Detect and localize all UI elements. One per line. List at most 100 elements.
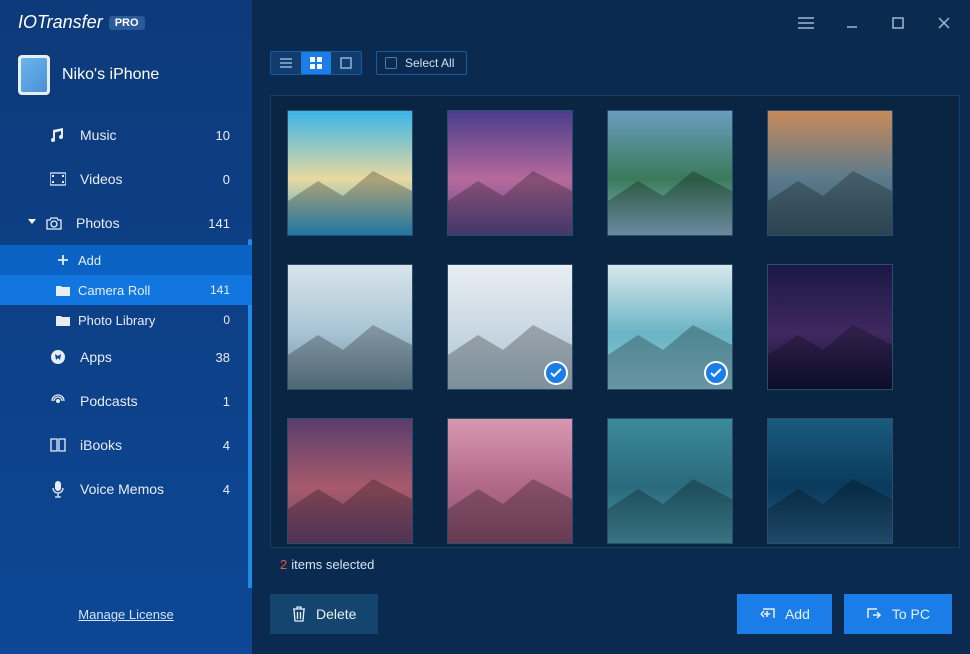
nav-sub-label: Camera Roll [78,283,150,298]
video-icon [50,171,66,187]
photo-thumb[interactable] [607,418,733,544]
menu-icon[interactable] [790,7,822,39]
nav-label: Music [80,127,117,143]
view-large-icon[interactable] [331,52,361,74]
delete-button[interactable]: Delete [270,594,378,634]
nav-podcasts[interactable]: Podcasts 1 [0,379,252,423]
mic-icon [50,481,66,497]
add-button[interactable]: Add [737,594,832,634]
status-bar: 2 items selected [252,548,970,580]
photo-thumb[interactable] [287,418,413,544]
photo-grid [281,110,949,544]
photo-image [288,265,412,389]
photo-image [288,111,412,235]
nav-count: 4 [223,482,230,497]
photo-thumb[interactable] [287,264,413,390]
app-name: IOTransfer [18,12,103,33]
nav-apps[interactable]: Apps 38 [0,335,252,379]
selected-check-icon [544,361,568,385]
nav-label: Voice Memos [80,481,164,497]
chevron-down-icon [28,219,38,227]
device-thumb-icon [18,55,50,95]
close-icon[interactable] [928,7,960,39]
minimize-icon[interactable] [836,7,868,39]
photo-thumb[interactable] [447,418,573,544]
view-list-icon[interactable] [271,52,301,74]
music-icon [50,127,66,143]
add-label: Add [785,606,810,622]
app-logo: IOTransfer PRO [0,0,252,45]
nav: Music10Videos0Photos141AddCamera Roll141… [0,113,252,588]
camera-icon [46,215,62,231]
select-all-button[interactable]: Select All [376,51,467,75]
checkbox-icon [385,57,397,69]
nav-photos[interactable]: Photos 141 [0,201,252,245]
nav-label: Apps [80,349,112,365]
apps-icon [50,349,66,365]
manage-license-text[interactable]: Manage License [78,607,173,622]
manage-license-link[interactable]: Manage License [0,588,252,654]
photo-image [608,419,732,543]
nav-sub-add[interactable]: Add [0,245,252,275]
device-name: Niko's iPhone [62,66,159,84]
nav-label: Podcasts [80,393,138,409]
main: Select All 2 items selected Delete Add T… [252,0,970,654]
select-all-label: Select All [405,56,454,70]
footer: Delete Add To PC [252,580,970,654]
sidebar: IOTransfer PRO Niko's iPhone Music10Vide… [0,0,252,654]
photo-thumb[interactable] [767,418,893,544]
photo-thumb[interactable] [607,264,733,390]
view-grid-icon[interactable] [301,52,331,74]
nav-videos[interactable]: Videos 0 [0,157,252,201]
nav-sub-photo-library[interactable]: Photo Library 0 [0,305,252,335]
photo-thumb[interactable] [447,264,573,390]
view-group [270,51,362,75]
photo-thumb[interactable] [767,110,893,236]
photo-image [768,419,892,543]
photo-image [448,419,572,543]
plus-icon [56,253,70,267]
delete-label: Delete [316,606,356,622]
nav-count: 4 [223,438,230,453]
podcast-icon [50,393,66,409]
photo-thumb[interactable] [287,110,413,236]
photo-grid-scroll[interactable] [270,95,960,548]
nav-label: Videos [80,171,123,187]
nav-music[interactable]: Music 10 [0,113,252,157]
photo-thumb[interactable] [447,110,573,236]
nav-count: 0 [223,172,230,187]
pro-badge: PRO [109,16,145,30]
to-pc-button[interactable]: To PC [844,594,952,634]
nav-count: 38 [216,350,230,365]
selection-count: 2 [280,557,287,572]
folder-icon [56,313,70,327]
nav-voice-memos[interactable]: Voice Memos 4 [0,467,252,511]
nav-count: 10 [216,128,230,143]
photo-image [448,111,572,235]
book-icon [50,437,66,453]
selection-suffix: items selected [291,557,374,572]
photo-grid-wrap [252,81,970,548]
device-header[interactable]: Niko's iPhone [0,45,252,113]
nav-label: iBooks [80,437,122,453]
nav-sub-camera-roll[interactable]: Camera Roll 141 [0,275,252,305]
photo-thumb[interactable] [767,264,893,390]
nav-label: Photos [76,215,120,231]
folder-icon [56,283,70,297]
titlebar [252,0,970,45]
nav-sub-count: 141 [210,283,230,297]
photo-thumb[interactable] [607,110,733,236]
selected-check-icon [704,361,728,385]
nav-count: 141 [208,216,230,231]
nav-ibooks[interactable]: iBooks 4 [0,423,252,467]
photo-image [608,111,732,235]
view-toolbar: Select All [252,45,970,81]
nav-sub-count: 0 [223,313,230,327]
photo-image [768,265,892,389]
nav-count: 1 [223,394,230,409]
photo-image [288,419,412,543]
maximize-icon[interactable] [882,7,914,39]
nav-sub-label: Photo Library [78,313,155,328]
nav-sub-label: Add [78,253,101,268]
photo-image [768,111,892,235]
